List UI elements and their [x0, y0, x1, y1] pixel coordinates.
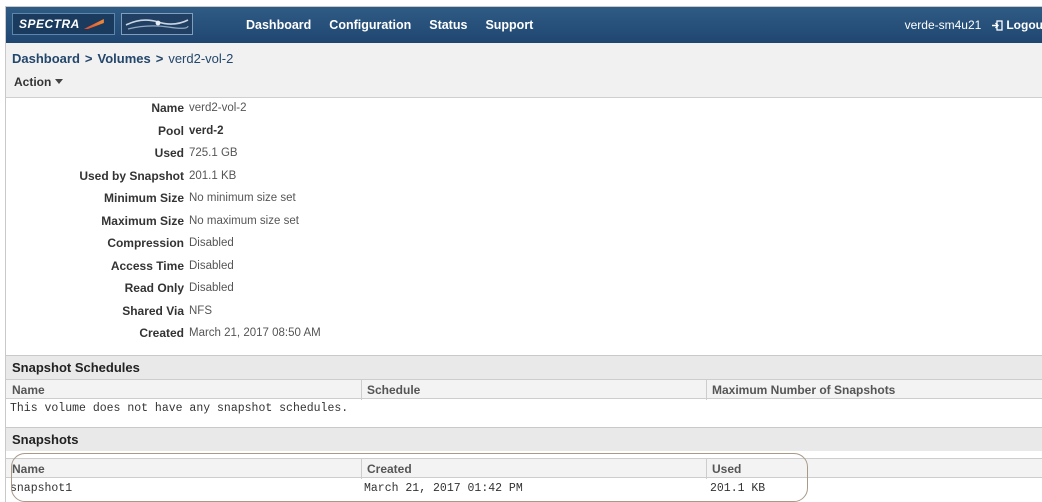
action-label: Action	[14, 75, 52, 89]
property-label: Compression	[107, 236, 184, 251]
breadcrumb-dashboard[interactable]: Dashboard	[12, 51, 80, 66]
property-label: Name	[151, 101, 184, 116]
nav-status[interactable]: Status	[429, 18, 467, 32]
property-row-minimum-size: Minimum Size No minimum size set	[6, 187, 366, 210]
property-label: Read Only	[124, 281, 184, 296]
breadcrumb-volumes[interactable]: Volumes	[98, 51, 151, 66]
nav-dashboard[interactable]: Dashboard	[246, 18, 311, 32]
snapshot-schedules-title: Snapshot Schedules	[6, 355, 1042, 379]
caret-down-icon	[55, 79, 64, 84]
property-row-compression: Compression Disabled	[6, 232, 366, 255]
nav-support[interactable]: Support	[485, 18, 533, 32]
property-row-shared-via: Shared Via NFS	[6, 300, 366, 323]
column-header-name[interactable]: Name	[12, 383, 45, 397]
nav-configuration[interactable]: Configuration	[329, 18, 411, 32]
property-row-access-time: Access Time Disabled	[6, 255, 366, 278]
callout-highlight	[11, 453, 808, 502]
property-label: Pool	[158, 123, 184, 138]
volume-properties: Name verd2-vol-2 Pool verd-2 Used 725.1 …	[6, 97, 366, 345]
property-value: March 21, 2017 08:50 AM	[189, 327, 321, 340]
spectra-logo: SPECTRA	[12, 13, 115, 35]
property-value: 201.1 KB	[189, 169, 237, 182]
spectra-logo-text: SPECTRA	[19, 17, 80, 31]
column-divider	[361, 380, 362, 400]
empty-message-text: This volume does not have any snapshot s…	[10, 402, 349, 415]
property-value: No minimum size set	[189, 192, 296, 205]
main-nav: Dashboard Configuration Status Support	[246, 7, 533, 43]
property-row-name: Name verd2-vol-2	[6, 97, 366, 120]
property-value: NFS	[189, 304, 212, 317]
property-row-used: Used 725.1 GB	[6, 142, 366, 165]
action-menu-button[interactable]: Action	[14, 75, 64, 89]
property-label: Used	[154, 146, 184, 161]
logout-label: Logou	[1006, 18, 1042, 32]
blackpearl-logo	[120, 13, 193, 35]
property-row-used-by-snapshot: Used by Snapshot 201.1 KB	[6, 165, 366, 188]
property-value: 725.1 GB	[189, 147, 238, 160]
brand[interactable]: SPECTRA	[12, 13, 193, 35]
property-value: Disabled	[189, 259, 234, 272]
column-header-max-snapshots[interactable]: Maximum Number of Snapshots	[712, 383, 895, 397]
property-label: Maximum Size	[101, 213, 184, 228]
snapshot-schedules-header: Name Schedule Maximum Number of Snapshot…	[6, 379, 1042, 400]
property-label: Access Time	[110, 258, 184, 273]
logout-icon	[992, 19, 1003, 31]
property-value: No maximum size set	[189, 214, 299, 227]
column-header-schedule[interactable]: Schedule	[367, 383, 420, 397]
property-row-created: Created March 21, 2017 08:50 AM	[6, 322, 366, 345]
property-value: verd2-vol-2	[189, 102, 247, 115]
property-value: Disabled	[189, 282, 234, 295]
column-divider	[706, 380, 707, 400]
property-label: Created	[139, 326, 184, 341]
breadcrumb-current: verd2-vol-2	[168, 51, 234, 66]
property-row-maximum-size: Maximum Size No maximum size set	[6, 210, 366, 233]
hostname[interactable]: verde-sm4u21	[905, 18, 982, 32]
snapshots-title: Snapshots	[6, 427, 1042, 451]
property-label: Minimum Size	[103, 191, 184, 206]
swoosh-icon	[83, 19, 104, 29]
empty-table-message: This volume does not have any snapshot s…	[6, 400, 1042, 418]
breadcrumb-separator: >	[155, 51, 164, 66]
breadcrumb: Dashboard > Volumes > verd2-vol-2	[12, 51, 233, 66]
logout-button[interactable]: Logou	[991, 18, 1042, 32]
property-value: Disabled	[189, 237, 234, 250]
property-value[interactable]: verd-2	[189, 125, 224, 137]
property-row-read-only: Read Only Disabled	[6, 277, 366, 300]
property-row-pool: Pool verd-2	[6, 120, 366, 143]
breadcrumb-bar: Dashboard > Volumes > verd2-vol-2 Action	[6, 43, 1042, 98]
property-label: Shared Via	[122, 303, 184, 318]
breadcrumb-separator: >	[84, 51, 93, 66]
top-nav-bar: SPECTRA Dashboard Configuration Status S…	[6, 7, 1042, 43]
user-area: verde-sm4u21 Logou	[905, 7, 1042, 43]
blackpearl-logo-icon	[125, 19, 189, 30]
app-frame: SPECTRA Dashboard Configuration Status S…	[5, 6, 1042, 502]
property-label: Used by Snapshot	[79, 168, 184, 183]
